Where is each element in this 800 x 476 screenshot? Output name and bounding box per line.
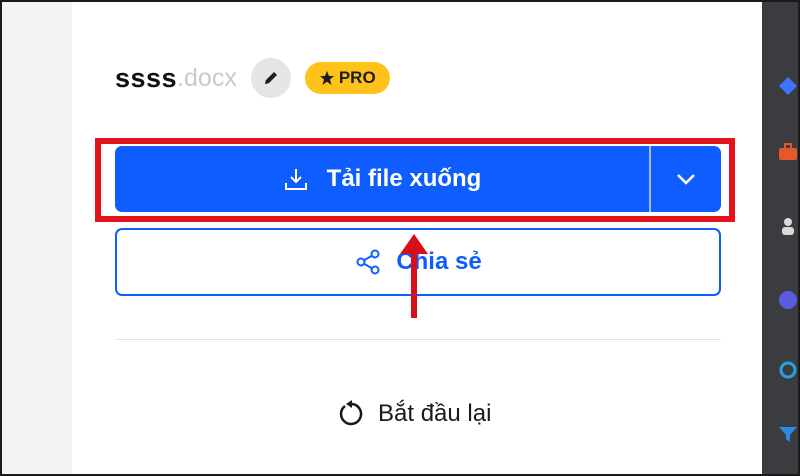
restart-icon: [339, 400, 363, 426]
side-toolbar: [762, 2, 798, 474]
briefcase-icon[interactable]: [778, 142, 798, 162]
highlight-box: [95, 138, 735, 222]
pro-badge-label: PRO: [338, 68, 376, 87]
pencil-icon: [264, 72, 277, 84]
diamond-icon[interactable]: [778, 76, 798, 96]
arrow-up-icon: [400, 234, 428, 318]
circle-icon[interactable]: [778, 290, 798, 310]
star-icon: [319, 71, 334, 85]
restart-button-label: Bắt đầu lại: [378, 400, 492, 427]
file-name: ssss: [115, 62, 178, 93]
rename-button[interactable]: [250, 58, 291, 98]
person-icon[interactable]: [778, 216, 798, 236]
share-icon: [356, 249, 380, 275]
left-gutter: [2, 2, 74, 474]
file-extension: .docx: [177, 63, 237, 92]
filter-icon[interactable]: [778, 424, 798, 444]
pro-badge: PRO: [304, 62, 390, 94]
restart-button[interactable]: Bắt đầu lại: [336, 393, 491, 435]
cloud-icon[interactable]: [778, 360, 798, 380]
divider: [115, 339, 721, 340]
file-title-row: ssss .docx PRO: [115, 58, 390, 98]
